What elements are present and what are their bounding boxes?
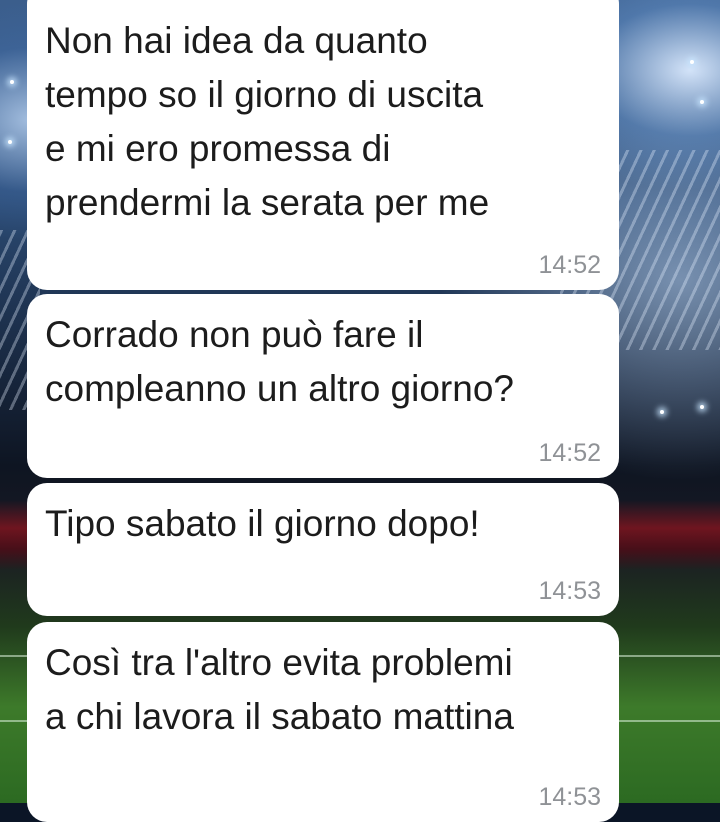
message-bubble[interactable]: Corrado non può fare il compleanno un al… [27, 294, 619, 478]
message-bubble[interactable]: Così tra l'altro evita problemi a chi la… [27, 622, 619, 822]
message-text: Non hai idea da quanto tempo so il giorn… [45, 20, 490, 223]
message-bubble[interactable]: Non hai idea da quanto tempo so il giorn… [27, 0, 619, 290]
floodlight [8, 140, 12, 144]
floodlight [10, 80, 14, 84]
message-text: Così tra l'altro evita problemi a chi la… [45, 642, 514, 737]
message-timestamp: 14:53 [538, 577, 601, 605]
message-text: Corrado non può fare il compleanno un al… [45, 314, 514, 409]
message-text: Tipo sabato il giorno dopo! [45, 503, 480, 544]
floodlight [700, 405, 704, 409]
floodlight [660, 410, 664, 414]
message-timestamp: 14:53 [538, 783, 601, 811]
floodlight [700, 100, 704, 104]
message-timestamp: 14:52 [538, 439, 601, 467]
message-timestamp: 14:52 [538, 251, 601, 279]
message-bubble[interactable]: Tipo sabato il giorno dopo! 14:53 [27, 483, 619, 616]
floodlight [690, 60, 694, 64]
